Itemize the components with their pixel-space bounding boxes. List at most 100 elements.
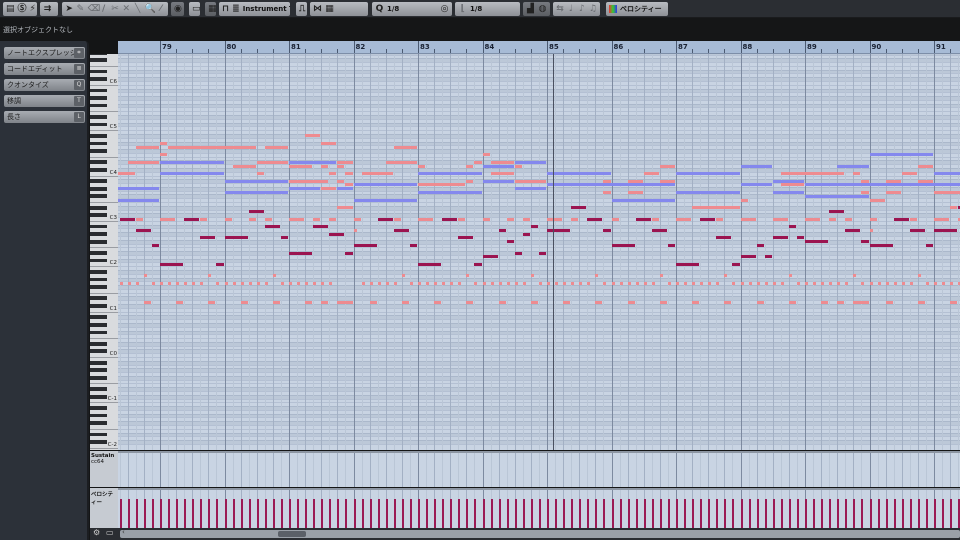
midi-note[interactable]	[321, 187, 337, 191]
black-key[interactable]	[90, 440, 107, 444]
midi-note[interactable]	[829, 281, 833, 285]
midi-note[interactable]	[377, 281, 381, 285]
midi-note[interactable]	[651, 217, 659, 221]
velocity-bar[interactable]	[401, 499, 404, 528]
midi-note[interactable]	[418, 183, 466, 187]
midi-note[interactable]	[353, 243, 377, 247]
midi-note[interactable]	[506, 281, 510, 285]
midi-note[interactable]	[466, 300, 474, 304]
midi-note[interactable]	[651, 228, 667, 232]
black-key[interactable]	[90, 133, 107, 138]
midi-note[interactable]	[264, 225, 280, 229]
lane-presets-icon[interactable]: ▭	[106, 528, 114, 537]
split-tool-icon[interactable]: ✂	[111, 3, 119, 15]
midi-note[interactable]	[716, 236, 732, 240]
midi-note[interactable]	[482, 255, 498, 259]
velocity-bar[interactable]	[869, 499, 872, 528]
black-key[interactable]	[90, 304, 107, 308]
velocity-bar[interactable]	[160, 499, 162, 528]
velocity-bar[interactable]	[409, 499, 412, 528]
midi-note[interactable]	[361, 281, 365, 285]
velocity-bar[interactable]	[676, 499, 678, 528]
midi-note[interactable]	[756, 243, 764, 247]
midi-note[interactable]	[861, 240, 869, 244]
midi-note[interactable]	[861, 191, 869, 195]
midi-note[interactable]	[837, 300, 845, 304]
midi-note[interactable]	[490, 160, 514, 164]
ruler[interactable]: 79 80 81 82 83 84 85 86 87 88 89 90 91	[118, 41, 960, 54]
midi-note[interactable]	[490, 281, 494, 285]
black-key[interactable]	[90, 360, 107, 365]
black-key[interactable]	[90, 277, 107, 282]
midi-note[interactable]	[869, 217, 877, 221]
inspector-chord-edit[interactable]: コードエディット ≣	[4, 63, 85, 75]
velocity-bar[interactable]	[297, 499, 300, 528]
info-line-button[interactable]: ▭	[189, 2, 200, 16]
velocity-bar[interactable]	[369, 499, 372, 528]
midi-note[interactable]	[740, 281, 744, 285]
black-key[interactable]	[90, 232, 107, 236]
midi-note[interactable]	[538, 251, 546, 255]
black-key[interactable]	[90, 387, 107, 391]
midi-note[interactable]	[160, 262, 184, 266]
black-key[interactable]	[90, 375, 107, 380]
midi-note[interactable]	[337, 164, 345, 168]
note-off-icon[interactable]: ♫	[589, 3, 597, 15]
midi-note[interactable]	[700, 281, 704, 285]
inspector-note-expression[interactable]: ノートエクスプレッション⌗	[4, 47, 85, 69]
midi-note[interactable]	[603, 228, 611, 232]
midi-note[interactable]	[764, 255, 772, 259]
midi-note[interactable]	[450, 281, 454, 285]
velocity-bar[interactable]	[893, 499, 896, 528]
black-key[interactable]	[90, 205, 107, 210]
midi-note[interactable]	[676, 172, 740, 176]
midi-note[interactable]	[724, 274, 728, 278]
midi-note[interactable]	[418, 191, 482, 195]
black-key[interactable]	[90, 432, 107, 437]
velocity-bar[interactable]	[627, 499, 630, 528]
midi-note[interactable]	[667, 243, 675, 247]
midi-note[interactable]	[393, 228, 409, 232]
velocity-bar[interactable]	[224, 499, 227, 528]
midi-note[interactable]	[160, 153, 168, 157]
midi-note[interactable]	[917, 179, 933, 183]
midi-note[interactable]	[401, 300, 409, 304]
black-key[interactable]	[90, 96, 107, 100]
midi-note[interactable]	[224, 236, 248, 240]
listen-icon[interactable]: ⚡	[30, 3, 36, 15]
midi-note[interactable]	[176, 281, 180, 285]
midi-note[interactable]	[442, 217, 458, 221]
midi-note[interactable]	[256, 281, 260, 285]
velocity-bar[interactable]	[337, 499, 340, 528]
midi-note[interactable]	[272, 300, 280, 304]
midi-note[interactable]	[780, 172, 845, 176]
midi-note[interactable]	[466, 179, 474, 183]
midi-note[interactable]	[732, 262, 740, 266]
black-key[interactable]	[90, 258, 107, 263]
velocity-bar[interactable]	[264, 499, 267, 528]
black-key[interactable]	[90, 421, 107, 425]
velocity-bar[interactable]	[458, 499, 461, 528]
midi-note[interactable]	[289, 281, 293, 285]
midi-note[interactable]	[289, 160, 337, 164]
velocity-bar[interactable]	[522, 499, 525, 528]
midi-note[interactable]	[861, 179, 869, 183]
midi-note[interactable]	[611, 281, 615, 285]
velocity-bar[interactable]	[821, 499, 824, 528]
midi-note[interactable]	[530, 300, 538, 304]
midi-note[interactable]	[280, 236, 288, 240]
velocity-bar[interactable]	[700, 499, 703, 528]
velocity-bar[interactable]	[813, 499, 816, 528]
quantize-select[interactable]: Q 1/8 ◎	[372, 2, 452, 16]
velocity-bar[interactable]	[184, 499, 187, 528]
black-key[interactable]	[90, 186, 107, 191]
velocity-bar[interactable]	[514, 499, 517, 528]
velocity-bar[interactable]	[829, 499, 832, 528]
mute-tool-icon[interactable]: ✕	[122, 3, 130, 15]
midi-note[interactable]	[224, 179, 288, 183]
black-key[interactable]	[90, 349, 107, 354]
midi-note[interactable]	[853, 274, 857, 278]
black-key[interactable]	[90, 224, 107, 229]
midi-note[interactable]	[764, 281, 768, 285]
trim-tool-icon[interactable]: /	[100, 3, 108, 15]
